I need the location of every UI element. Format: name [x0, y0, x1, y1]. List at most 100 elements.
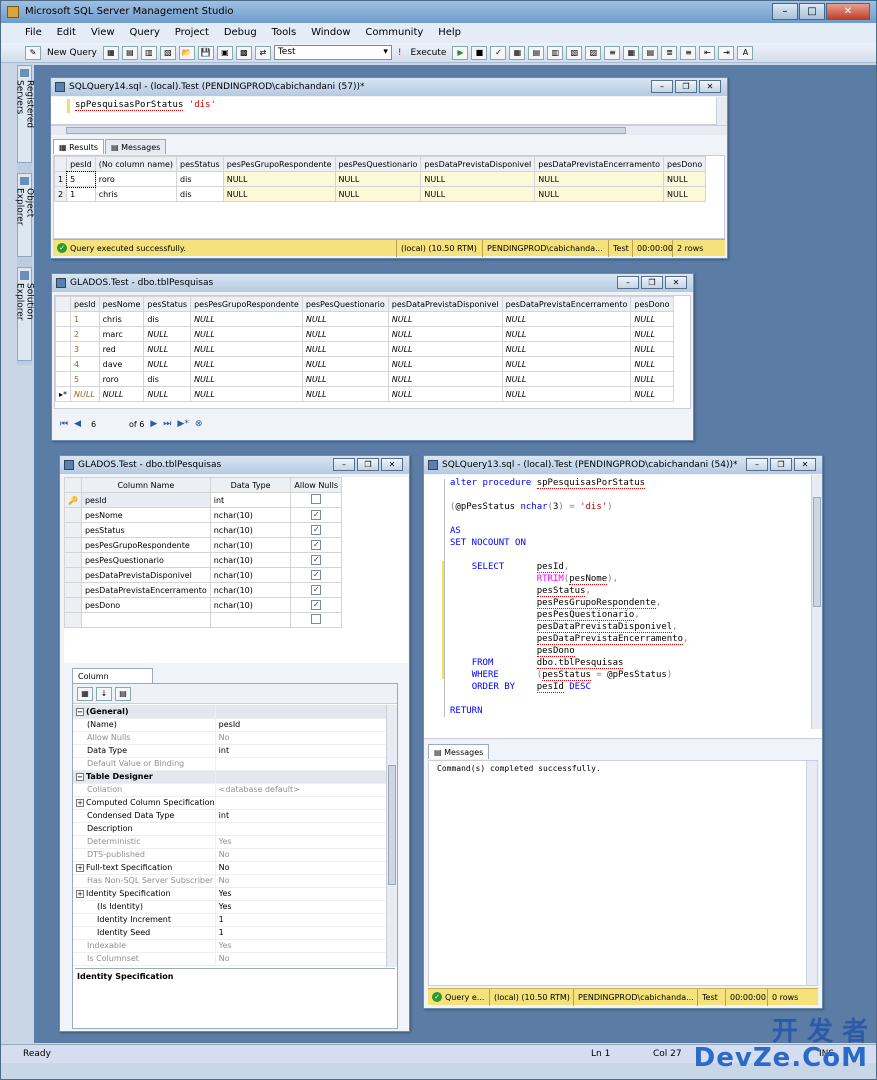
table-data-title-bar[interactable]: GLADOS.Test - dbo.tblPesquisas – ❐ ✕: [52, 274, 693, 292]
restore-icon[interactable]: ❐: [770, 458, 792, 471]
grid-cell[interactable]: 5: [70, 371, 100, 387]
property-row[interactable]: Indexable Yes: [73, 939, 387, 953]
table-data-grid[interactable]: pesId pesNome pesStatus pesPesGrupoResponde…: [54, 295, 691, 409]
property-row[interactable]: Description: [73, 822, 387, 836]
column-header[interactable]: pesDataPrevistaEncerramento: [501, 296, 632, 312]
grid-cell[interactable]: 1: [66, 186, 96, 202]
property-row[interactable]: Allow Nulls No: [73, 731, 387, 745]
table-row[interactable]: 4 dave NULL NULL NULL NULL NULL NULL: [55, 356, 674, 372]
table-row[interactable]: 1 5 roro dis NULL NULL NULL NULL NULL: [54, 170, 707, 188]
property-value[interactable]: 1: [214, 926, 387, 940]
allow-nulls-checkbox[interactable]: ✓: [311, 585, 322, 595]
column-header[interactable]: pesPesQuestionario: [301, 296, 389, 312]
column-row[interactable]: pesStatus nchar(10) ✓: [64, 522, 342, 538]
grid-cell[interactable]: NULL: [630, 371, 674, 387]
row-selector[interactable]: [64, 522, 82, 538]
stop-icon[interactable]: ⊗: [195, 419, 203, 429]
previous-record-icon[interactable]: ◀: [74, 419, 81, 429]
close-icon[interactable]: ✕: [794, 458, 816, 471]
query14-code-line[interactable]: spPesquisasPorStatus 'dis': [75, 100, 216, 111]
property-table[interactable]: − (General) (Name) pesId Allow Nulls No Data T…: [73, 705, 387, 966]
table-data-table[interactable]: pesId pesNome pesStatus pesPesGrupoResponde…: [55, 296, 674, 402]
activity-monitor-icon[interactable]: ▩: [235, 45, 252, 60]
solution-explorer-tab[interactable]: Solution Explorer: [15, 267, 35, 361]
grid-cell[interactable]: NULL: [301, 371, 389, 387]
execute-icon[interactable]: !: [395, 48, 405, 58]
allow-nulls-cell[interactable]: ✓: [290, 507, 342, 523]
data-type-cell[interactable]: nchar(10): [209, 537, 292, 553]
column-name-cell[interactable]: pesDono: [80, 597, 211, 613]
table-row[interactable]: 3 red NULL NULL NULL NULL NULL NULL: [55, 341, 674, 357]
editor-vscroll[interactable]: [716, 97, 727, 125]
grid-cell[interactable]: NULL: [301, 356, 389, 372]
data-type-cell[interactable]: nchar(10): [209, 507, 292, 523]
property-value[interactable]: No: [214, 861, 387, 875]
column-properties-tab[interactable]: Column Properties: [72, 668, 153, 696]
column-name-cell[interactable]: pesStatus: [80, 522, 211, 538]
property-value[interactable]: [214, 822, 387, 836]
grid-cell[interactable]: NULL: [143, 386, 192, 402]
grid-cell[interactable]: NULL: [630, 341, 674, 357]
specify-values-icon[interactable]: A: [737, 45, 754, 60]
property-row[interactable]: DTS-published No: [73, 848, 387, 862]
data-type-cell[interactable]: nchar(10): [209, 522, 292, 538]
property-row[interactable]: + Computed Column Specification: [73, 796, 387, 810]
property-value[interactable]: Yes: [214, 900, 387, 914]
grid-cell[interactable]: chris: [94, 186, 178, 202]
menu-help[interactable]: Help: [438, 27, 461, 38]
designer-title-bar[interactable]: GLADOS.Test - dbo.tblPesquisas – ❐ ✕: [60, 456, 409, 474]
column-header[interactable]: pesPesGrupoRespondente: [222, 156, 336, 172]
grid-cell[interactable]: NULL: [420, 186, 536, 202]
row-selector[interactable]: [64, 597, 82, 613]
results-to-file-icon[interactable]: ▤: [642, 45, 659, 60]
property-row[interactable]: Collation <database default>: [73, 783, 387, 797]
grid-cell[interactable]: NULL: [190, 311, 303, 327]
expand-icon[interactable]: +: [76, 799, 84, 807]
grid-cell[interactable]: NULL: [663, 186, 707, 202]
column-header[interactable]: pesDataPrevistaDisponivel: [387, 296, 503, 312]
decrease-indent-icon[interactable]: ⇤: [699, 45, 716, 60]
collapse-icon[interactable]: −: [76, 707, 84, 716]
grid-cell[interactable]: NULL: [630, 386, 674, 402]
column-name-cell[interactable]: pesId: [80, 492, 211, 508]
grid-cell[interactable]: NULL: [301, 386, 389, 402]
column-header[interactable]: pesId: [70, 296, 100, 312]
grid-cell[interactable]: NULL: [98, 386, 145, 402]
allow-nulls-checkbox[interactable]: ✓: [311, 570, 322, 580]
restore-icon[interactable]: ❐: [357, 458, 379, 471]
grid-cell[interactable]: NULL: [143, 356, 192, 372]
row-number[interactable]: 2: [54, 186, 68, 202]
grid-cell[interactable]: red: [98, 341, 145, 357]
grid-cell[interactable]: 4: [70, 356, 100, 372]
allow-nulls-checkbox[interactable]: [311, 494, 322, 504]
grid-cell[interactable]: NULL: [143, 341, 192, 357]
allow-nulls-cell[interactable]: ✓: [290, 552, 342, 568]
grid-cell[interactable]: NULL: [630, 356, 674, 372]
column-row[interactable]: pesDataPrevistaEncerramento nchar(10) ✓: [64, 582, 342, 598]
allow-nulls-cell[interactable]: ✓: [290, 537, 342, 553]
grid-cell[interactable]: NULL: [630, 311, 674, 327]
query-designer-icon[interactable]: ▤: [528, 45, 545, 60]
object-explorer-tab[interactable]: Object Explorer: [15, 173, 35, 257]
last-record-icon[interactable]: ⏭: [163, 419, 171, 429]
grid-cell[interactable]: NULL: [387, 386, 503, 402]
column-header[interactable]: pesStatus: [176, 156, 224, 172]
grid-cell[interactable]: [209, 612, 292, 628]
change-connection-icon[interactable]: ⇄: [254, 45, 271, 60]
alphabetical-icon[interactable]: ↓: [96, 686, 112, 701]
grid-cell[interactable]: NULL: [301, 341, 389, 357]
menu-query[interactable]: Query: [129, 27, 159, 38]
property-value[interactable]: int: [214, 809, 387, 823]
property-value[interactable]: Yes: [214, 887, 387, 901]
grid-cell[interactable]: dis: [176, 171, 224, 187]
property-row[interactable]: Identity Increment 1: [73, 913, 387, 927]
allow-nulls-cell[interactable]: ✓: [290, 597, 342, 613]
empty-column-row[interactable]: [64, 612, 342, 628]
column-header[interactable]: pesStatus: [143, 296, 192, 312]
column-name-cell[interactable]: pesNome: [80, 507, 211, 523]
minimize-icon[interactable]: –: [651, 80, 673, 93]
column-header[interactable]: pesId: [66, 156, 96, 172]
property-row[interactable]: Data Type int: [73, 744, 387, 758]
expand-icon[interactable]: +: [76, 864, 84, 872]
grid-cell[interactable]: NULL: [501, 371, 632, 387]
